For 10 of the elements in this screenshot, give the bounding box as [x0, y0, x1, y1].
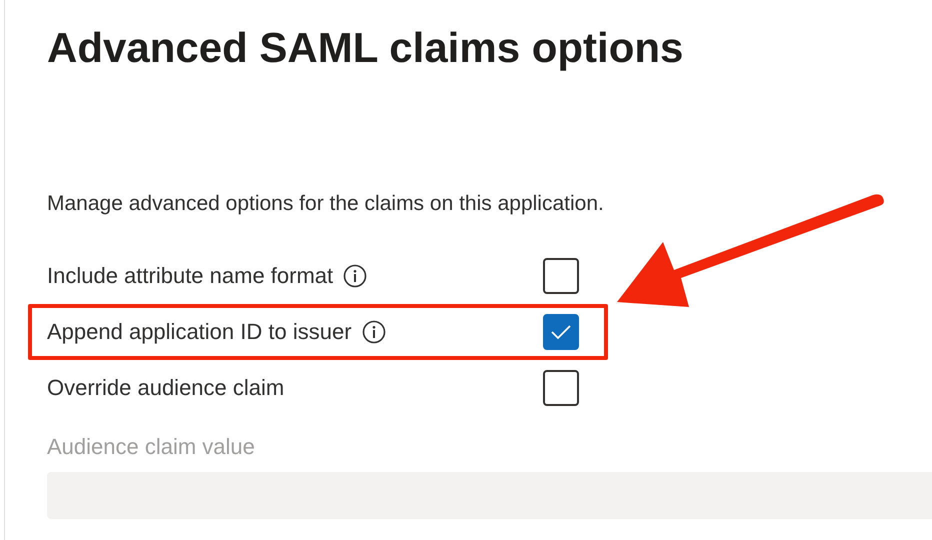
page-title: Advanced SAML claims options — [47, 23, 684, 73]
option-label: Include attribute name format — [47, 263, 334, 289]
option-label: Append application ID to issuer — [47, 319, 352, 345]
checkmark-icon — [550, 324, 572, 340]
checkbox[interactable] — [543, 370, 579, 406]
description-text: Manage advanced options for the claims on this application. — [47, 191, 605, 217]
checkbox[interactable] — [543, 314, 579, 350]
field-label: Audience claim value — [47, 434, 256, 460]
option-label: Override audience claim — [47, 375, 284, 401]
checkbox[interactable] — [543, 258, 579, 294]
